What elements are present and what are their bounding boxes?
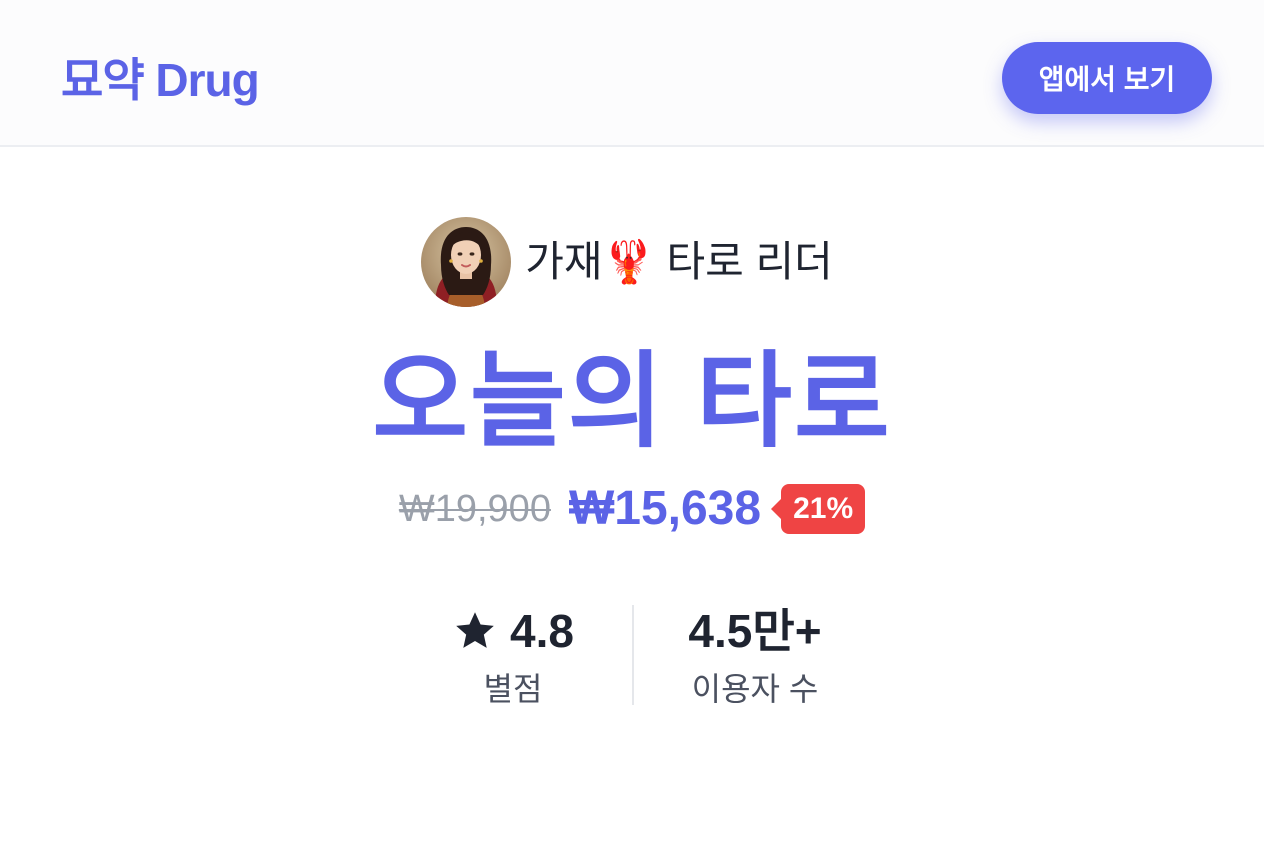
brand-logo[interactable]: 묘약 Drug bbox=[61, 52, 260, 108]
rating-value: 4.8 bbox=[510, 605, 574, 657]
product-hero: 가재🦞 타로 리더 오늘의 타로 ₩19,900 ₩15,638 21% 4.8… bbox=[0, 147, 1264, 848]
star-icon bbox=[456, 612, 494, 648]
users-stat: 4.5만+ 이용자 수 bbox=[625, 603, 885, 709]
rating-label: 별점 bbox=[483, 671, 543, 707]
author-name: 가재🦞 타로 리더 bbox=[525, 238, 833, 285]
product-title: 오늘의 타로 bbox=[372, 344, 892, 460]
page: 묘약 Drug 앱에서 보기 가재🦞 타로 리더 오늘의 타로 ₩19,900 … bbox=[0, 0, 1264, 848]
stats-divider bbox=[632, 605, 634, 705]
discount-badge: 21% bbox=[771, 484, 866, 534]
sale-price: ₩15,638 bbox=[568, 482, 762, 535]
open-in-app-button[interactable]: 앱에서 보기 bbox=[1002, 42, 1212, 114]
original-price: ₩19,900 bbox=[398, 488, 551, 530]
rating-stat: 4.8 별점 bbox=[383, 603, 643, 709]
rating-value-row: 4.8 bbox=[383, 603, 643, 659]
header-bar: 묘약 Drug 앱에서 보기 bbox=[0, 0, 1264, 147]
price-row: ₩19,900 ₩15,638 21% bbox=[0, 477, 1264, 541]
users-value: 4.5만+ bbox=[688, 605, 822, 657]
author-avatar bbox=[421, 217, 512, 307]
users-label: 이용자 수 bbox=[691, 671, 819, 707]
author-row[interactable]: 가재🦞 타로 리더 bbox=[0, 216, 1264, 308]
